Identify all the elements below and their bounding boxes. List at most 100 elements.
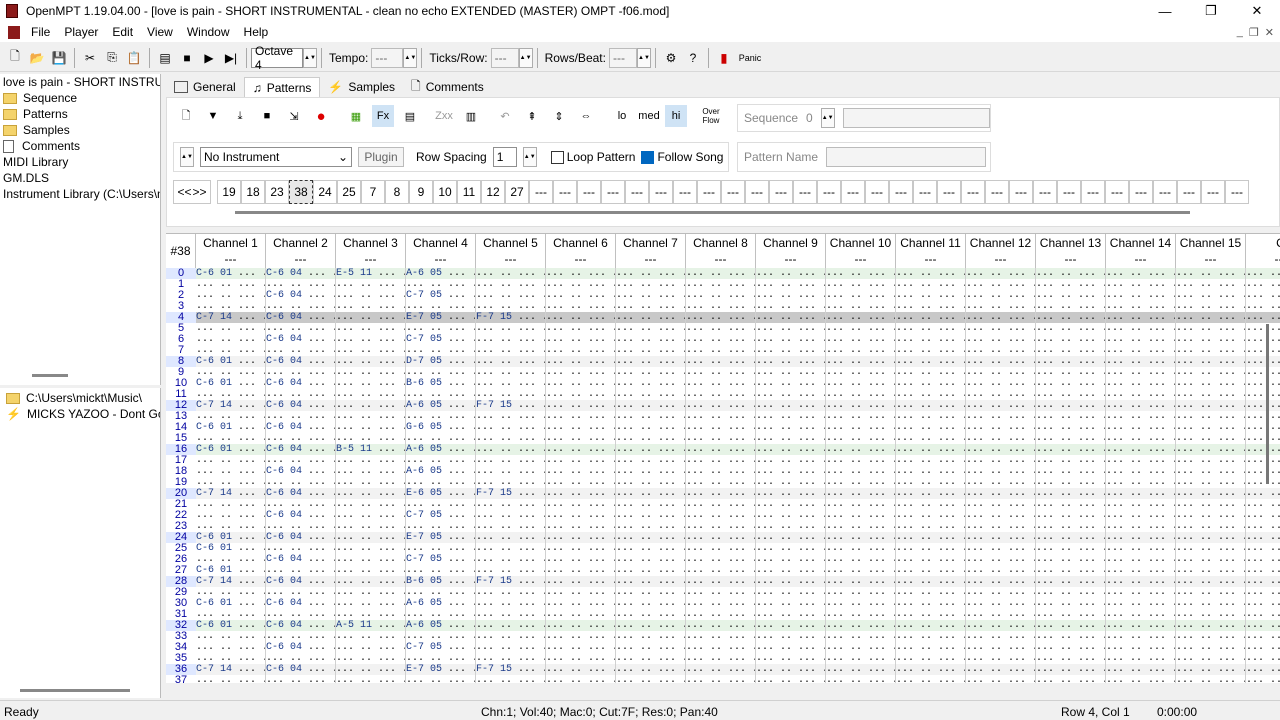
pattern-cell[interactable]: ... .. ... ... [826, 576, 896, 587]
pattern-cell[interactable]: C-6 04 ... ... [266, 642, 336, 653]
pattern-cell[interactable]: ... .. ... ... [686, 521, 756, 532]
pattern-cell[interactable]: C-6 04 ... ... [266, 466, 336, 477]
pattern-cell[interactable]: C-6 04 ... ... [266, 664, 336, 675]
pattern-cell[interactable]: ... .. ... ... [1176, 609, 1246, 620]
pattern-cell[interactable]: ... .. ... ... [336, 279, 406, 290]
pattern-cell[interactable]: ... .. ... ... [546, 510, 616, 521]
play-icon[interactable]: ▶ [198, 47, 220, 69]
pattern-cell[interactable]: ... .. ... ... [546, 521, 616, 532]
pattern-cell[interactable]: ... .. ... ... [826, 598, 896, 609]
pattern-cell[interactable]: ... .. ... ... [266, 367, 336, 378]
pattern-cell[interactable]: ... .. ... ... [1246, 323, 1280, 334]
pattern-cell[interactable]: ... .. ... ... [826, 565, 896, 576]
channel-manager-icon[interactable]: ▥ [460, 105, 482, 127]
table-row[interactable]: ... .. ... ...... .. ... ...... .. ... .… [196, 587, 1280, 598]
plugin-button[interactable]: Plugin [358, 147, 404, 167]
pattern-cell[interactable]: ... .. ... ... [756, 400, 826, 411]
pattern-cell[interactable]: ... .. ... ... [476, 411, 546, 422]
pattern-cell[interactable]: ... .. ... ... [686, 554, 756, 565]
pattern-cell[interactable]: ... .. ... ... [756, 411, 826, 422]
pattern-cell[interactable]: ... .. ... ... [966, 411, 1036, 422]
row-number[interactable]: 37 [166, 675, 196, 683]
pattern-cell[interactable]: ... .. ... ... [336, 543, 406, 554]
order-item[interactable]: 27 [505, 180, 529, 204]
pattern-cell[interactable]: ... .. ... ... [336, 521, 406, 532]
pattern-cell[interactable]: ... .. ... ... [966, 422, 1036, 433]
pattern-cell[interactable]: ... .. ... ... [476, 543, 546, 554]
pattern-cell[interactable]: ... .. ... ... [966, 433, 1036, 444]
pattern-cell[interactable]: ... .. ... ... [896, 389, 966, 400]
pattern-cell[interactable]: ... .. ... ... [686, 642, 756, 653]
pattern-cell[interactable]: ... .. ... ... [896, 576, 966, 587]
pattern-cell[interactable]: ... .. ... ... [196, 301, 266, 312]
pattern-cell[interactable]: A-5 11 ... ... [336, 620, 406, 631]
pattern-cell[interactable]: ... .. ... ... [1036, 565, 1106, 576]
table-row[interactable]: ... .. ... ...... .. ... ...... .. ... .… [196, 301, 1280, 312]
tree-instrument-library[interactable]: Instrument Library (C:\Users\mickt [0, 186, 160, 202]
pattern-cell[interactable]: ... .. ... ... [1036, 466, 1106, 477]
order-item[interactable]: --- [553, 180, 577, 204]
table-row[interactable]: ... .. ... ...... .. ... ...... .. ... .… [196, 345, 1280, 356]
pattern-cell[interactable]: ... .. ... ... [476, 389, 546, 400]
pattern-cell[interactable]: ... .. ... ... [756, 389, 826, 400]
pattern-cell[interactable]: ... .. ... ... [896, 422, 966, 433]
pattern-cell[interactable]: ... .. ... ... [1246, 488, 1280, 499]
pattern-cell[interactable]: ... .. ... ... [336, 301, 406, 312]
pattern-cell[interactable]: ... .. ... ... [1106, 598, 1176, 609]
pattern-cell[interactable]: ... .. ... ... [1246, 609, 1280, 620]
pattern-cell[interactable]: A-6 05 ... ... [406, 598, 476, 609]
pattern-cell[interactable]: ... .. ... ... [896, 455, 966, 466]
pattern-cell[interactable]: ... .. ... ... [476, 433, 546, 444]
pattern-cell[interactable]: ... .. ... ... [546, 345, 616, 356]
pattern-cell[interactable]: ... .. ... ... [196, 477, 266, 488]
pattern-cell[interactable]: ... .. ... ... [686, 323, 756, 334]
pattern-cell[interactable]: ... .. ... ... [1106, 664, 1176, 675]
pattern-cell[interactable]: ... .. ... ... [546, 400, 616, 411]
pattern-cell[interactable]: C-6 04 ... ... [266, 576, 336, 587]
pattern-cell[interactable]: ... .. ... ... [966, 455, 1036, 466]
pattern-cell[interactable]: ... .. ... ... [616, 543, 686, 554]
pattern-cell[interactable]: ... .. ... ... [546, 587, 616, 598]
pattern-cell[interactable]: ... .. ... ... [1246, 543, 1280, 554]
pattern-cell[interactable]: ... .. ... ... [1106, 532, 1176, 543]
channel-header[interactable]: Channel 6 --- [546, 234, 616, 268]
table-row[interactable]: ... .. ... ... C-6 04 ... ... ... .. ... .… [196, 466, 1280, 477]
pattern-cell[interactable]: ... .. ... ... [336, 510, 406, 521]
table-row[interactable]: C-6 01 ... ...C-6 04 ... ...... .. ... .… [196, 532, 1280, 543]
pattern-cell[interactable]: ... .. ... ... [1246, 433, 1280, 444]
order-item[interactable]: --- [841, 180, 865, 204]
channel-header[interactable]: Channel 15 --- [1176, 234, 1246, 268]
pattern-cell[interactable]: ... .. ... ... [826, 455, 896, 466]
pattern-cell[interactable]: ... .. ... ... [686, 466, 756, 477]
pattern-cell[interactable]: ... .. ... ... [266, 301, 336, 312]
pattern-cell[interactable]: ... .. ... ... [1106, 653, 1176, 664]
pattern-cell[interactable]: ... .. ... ... [896, 301, 966, 312]
table-row[interactable]: ... .. ... ...... .. ... ...... .. ... .… [196, 653, 1280, 664]
pattern-cell[interactable]: ... .. ... ... [966, 653, 1036, 664]
pattern-cell[interactable]: ... .. ... ... [756, 290, 826, 301]
pattern-cell[interactable]: ... .. ... ... [476, 587, 546, 598]
pattern-cell[interactable]: ... .. ... ... [1176, 301, 1246, 312]
pattern-cell[interactable]: ... .. ... ... [1036, 323, 1106, 334]
pattern-cell[interactable]: ... .. ... ... [756, 477, 826, 488]
pattern-cell[interactable]: A-6 05 ... ... [406, 444, 476, 455]
pattern-cell[interactable]: ... .. ... ... [756, 334, 826, 345]
pattern-cell[interactable]: ... .. ... ... [546, 301, 616, 312]
pattern-cell[interactable]: ... .. ... ... [966, 565, 1036, 576]
pattern-cell[interactable]: ... .. ... ... [1106, 433, 1176, 444]
pattern-cell[interactable]: ... .. ... ... [616, 532, 686, 543]
pattern-cell[interactable]: ... .. ... ... [826, 554, 896, 565]
pattern-cell[interactable]: ... .. ... ... [336, 433, 406, 444]
pattern-cell[interactable]: ... .. ... ... [756, 279, 826, 290]
pattern-cell[interactable]: ... .. ... ... [1106, 400, 1176, 411]
pattern-cell[interactable]: ... .. ... ... [756, 444, 826, 455]
pattern-cell[interactable]: ... .. ... ... [336, 576, 406, 587]
pattern-cell[interactable]: ... .. ... ... [686, 422, 756, 433]
pattern-cell[interactable]: ... .. ... ... [1176, 510, 1246, 521]
pattern-cell[interactable]: ... .. ... ... [896, 675, 966, 683]
pattern-cell[interactable]: ... .. ... ... [1176, 576, 1246, 587]
pattern-cell[interactable]: ... .. ... ... [756, 268, 826, 279]
pattern-cell[interactable]: ... .. ... ... [826, 587, 896, 598]
pattern-cell[interactable]: ... .. ... ... [756, 532, 826, 543]
pattern-cell[interactable]: ... .. ... ... [616, 279, 686, 290]
